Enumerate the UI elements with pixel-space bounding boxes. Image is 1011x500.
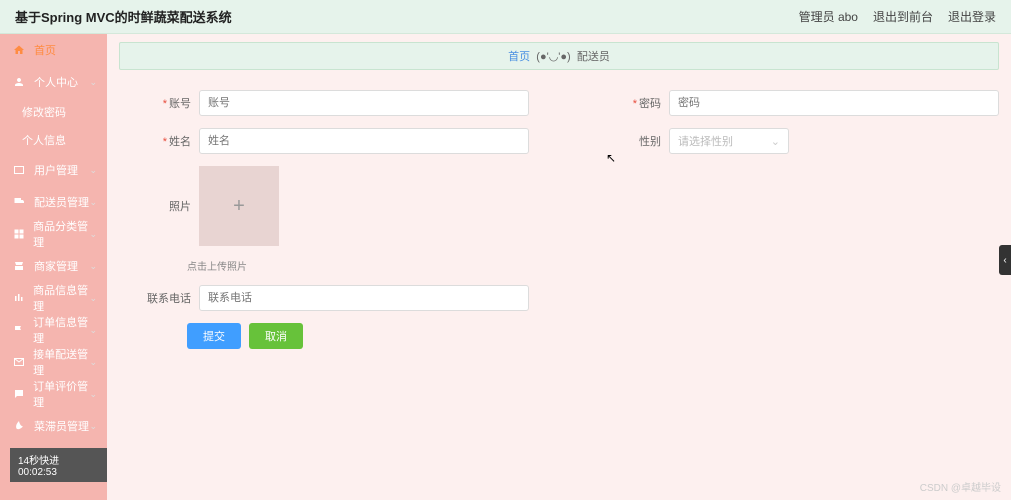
sidebar-sub-changepwd[interactable]: 修改密码 [0, 98, 107, 126]
chart-icon [12, 291, 25, 305]
chevron-down-icon: ⌄ [89, 389, 97, 400]
breadcrumb-home[interactable]: 首页 [508, 48, 530, 64]
app-title: 基于Spring MVC的时鲜蔬菜配送系统 [15, 7, 799, 26]
chevron-down-icon: ⌄ [89, 325, 97, 336]
sidebar-item-product[interactable]: 商品信息管理 ⌄ [0, 282, 107, 314]
submit-button[interactable]: 提交 [187, 323, 241, 349]
password-label: *密码 [609, 95, 669, 111]
breadcrumb-sep: (●'◡'●) [530, 50, 577, 63]
sidebar-item-users[interactable]: 用户管理 ⌄ [0, 154, 107, 186]
sidebar-label: 商家管理 [34, 258, 78, 274]
logout-link[interactable]: 退出登录 [948, 8, 996, 25]
phone-input[interactable] [199, 285, 529, 311]
sidebar-item-dispatch[interactable]: 接单配送管理 ⌄ [0, 346, 107, 378]
truck-icon [12, 195, 26, 209]
exit-front-link[interactable]: 退出到前台 [873, 8, 933, 25]
upload-hint: 点击上传照片 [187, 258, 999, 273]
chevron-down-icon: ⌄ [89, 77, 97, 88]
home-icon [12, 43, 26, 57]
sidebar-label: 配送员管理 [34, 194, 89, 210]
sidebar-label: 商品分类管理 [33, 218, 95, 250]
admin-label[interactable]: 管理员 abo [799, 8, 858, 25]
main: 首页 个人中心 ⌄ 修改密码 个人信息 用户管理 ⌄ 配送员管理 ⌄ 商品分类管… [0, 34, 1011, 500]
leaf-icon [12, 419, 26, 433]
breadcrumb-current: 配送员 [577, 48, 610, 64]
sidebar-item-category[interactable]: 商品分类管理 ⌄ [0, 218, 107, 250]
watermark: CSDN @卓越毕设 [920, 479, 1001, 494]
comment-icon [12, 387, 25, 401]
sidebar-label: 首页 [34, 42, 56, 58]
sidebar-item-order[interactable]: 订单信息管理 ⌄ [0, 314, 107, 346]
sidebar-label: 订单评价管理 [33, 378, 95, 410]
chevron-down-icon: ⌄ [771, 135, 780, 148]
chevron-down-icon: ⌄ [89, 229, 97, 240]
phone-label: 联系电话 [139, 290, 199, 306]
side-collapse-tab[interactable]: ‹ [999, 245, 1011, 275]
sidebar-label: 用户管理 [34, 162, 78, 178]
timer-badge: 14秒快进 00:02:53 [10, 448, 107, 482]
sidebar-item-review[interactable]: 订单评价管理 ⌄ [0, 378, 107, 410]
sidebar-item-merchant[interactable]: 商家管理 ⌄ [0, 250, 107, 282]
password-input[interactable] [669, 90, 999, 116]
sidebar-label: 商品信息管理 [33, 282, 95, 314]
photo-label: 照片 [139, 166, 199, 214]
header-right: 管理员 abo 退出到前台 退出登录 [799, 8, 996, 25]
name-input[interactable] [199, 128, 529, 154]
header: 基于Spring MVC的时鲜蔬菜配送系统 管理员 abo 退出到前台 退出登录 [0, 0, 1011, 34]
account-input[interactable] [199, 90, 529, 116]
chevron-down-icon: ⌄ [89, 357, 97, 368]
sidebar-item-home[interactable]: 首页 [0, 34, 107, 66]
content: 首页 (●'◡'●) 配送员 *账号 *密码 *姓名 [107, 34, 1011, 500]
flag-icon [12, 323, 25, 337]
sidebar: 首页 个人中心 ⌄ 修改密码 个人信息 用户管理 ⌄ 配送员管理 ⌄ 商品分类管… [0, 34, 107, 500]
sidebar-label: 菜滞员管理 [34, 418, 89, 434]
chevron-down-icon: ⌄ [89, 197, 97, 208]
sidebar-item-delivery[interactable]: 配送员管理 ⌄ [0, 186, 107, 218]
photo-upload[interactable]: + [199, 166, 279, 246]
sidebar-sub-profile[interactable]: 个人信息 [0, 126, 107, 154]
cancel-button[interactable]: 取消 [249, 323, 303, 349]
chevron-down-icon: ⌄ [89, 165, 97, 176]
sidebar-label: 个人中心 [34, 74, 78, 90]
sidebar-label: 订单信息管理 [33, 314, 95, 346]
chevron-down-icon: ⌄ [89, 293, 97, 304]
account-label: *账号 [139, 95, 199, 111]
breadcrumb: 首页 (●'◡'●) 配送员 [119, 42, 999, 70]
gender-select[interactable]: 请选择性别 ⌄ [669, 128, 789, 154]
plus-icon: + [233, 195, 245, 218]
grid-icon [12, 227, 25, 241]
sidebar-item-personal[interactable]: 个人中心 ⌄ [0, 66, 107, 98]
mail-icon [12, 355, 25, 369]
user-icon [12, 75, 26, 89]
sidebar-label: 接单配送管理 [33, 346, 95, 378]
name-label: *姓名 [139, 133, 199, 149]
form-panel: *账号 *密码 *姓名 性别 请选择性别 ⌄ [119, 80, 999, 369]
sidebar-item-vegstaff[interactable]: 菜滞员管理 ⌄ [0, 410, 107, 442]
store-icon [12, 259, 26, 273]
gender-label: 性别 [609, 133, 669, 149]
card-icon [12, 163, 26, 177]
chevron-down-icon: ⌄ [89, 421, 97, 432]
chevron-down-icon: ⌄ [89, 261, 97, 272]
